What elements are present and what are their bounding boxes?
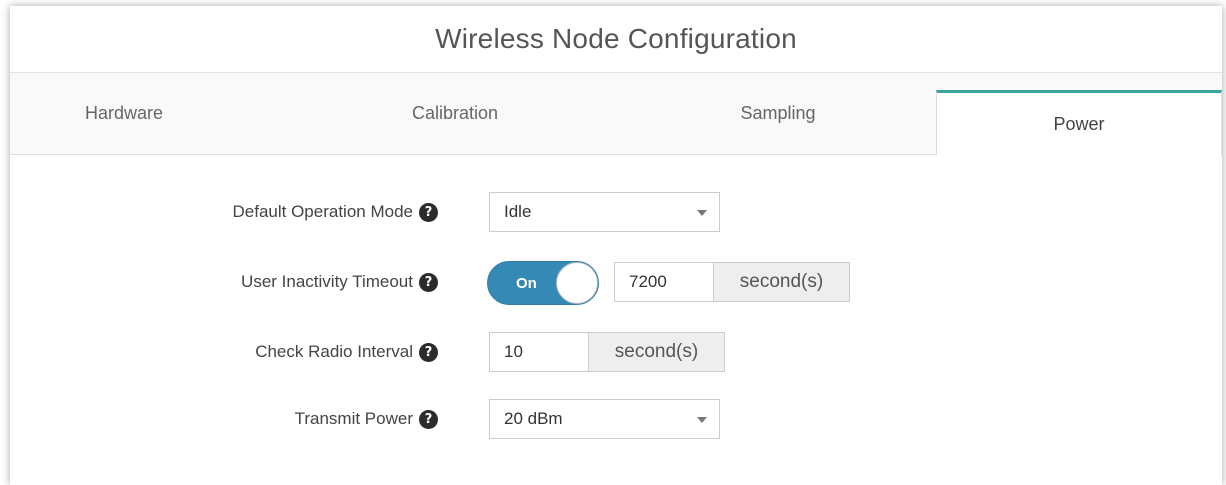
tab-bar: Hardware Calibration Sampling Power — [10, 73, 1222, 155]
tab-calibration[interactable]: Calibration — [330, 73, 580, 154]
user-inactivity-timeout-toggle[interactable]: On — [487, 261, 599, 305]
tab-sampling[interactable]: Sampling — [650, 73, 906, 154]
check-radio-interval-label: Check Radio Interval — [255, 342, 413, 361]
user-inactivity-timeout-label: User Inactivity Timeout — [241, 272, 413, 291]
transmit-power-value: 20 dBm — [504, 409, 563, 428]
check-radio-interval-row: Check Radio Interval ? 10 second(s) — [10, 332, 1222, 372]
user-inactivity-timeout-row: User Inactivity Timeout ? On 7200 second… — [10, 261, 1222, 305]
default-operation-mode-select[interactable]: Idle — [489, 192, 720, 232]
power-settings-form: Default Operation Mode ? Idle User Inact… — [10, 155, 1222, 455]
question-circle-icon[interactable]: ? — [419, 202, 438, 222]
question-circle-icon[interactable]: ? — [419, 272, 438, 292]
default-operation-mode-label-wrap: Default Operation Mode ? — [232, 192, 438, 232]
transmit-power-select[interactable]: 20 dBm — [489, 399, 720, 439]
transmit-power-label-wrap: Transmit Power ? — [295, 399, 438, 439]
dialog-header: Wireless Node Configuration — [10, 6, 1222, 73]
config-dialog: Wireless Node Configuration Hardware Cal… — [10, 6, 1222, 485]
check-radio-interval-label-wrap: Check Radio Interval ? — [255, 332, 438, 372]
check-radio-interval-unit: second(s) — [589, 332, 725, 372]
toggle-knob — [556, 262, 598, 304]
question-circle-icon[interactable]: ? — [419, 409, 438, 429]
transmit-power-label: Transmit Power — [294, 409, 413, 428]
user-inactivity-timeout-input[interactable]: 7200 — [614, 262, 714, 302]
chevron-down-icon — [697, 417, 707, 423]
tab-hardware[interactable]: Hardware — [10, 73, 238, 154]
chevron-down-icon — [697, 210, 707, 216]
default-operation-mode-row: Default Operation Mode ? Idle — [10, 192, 1222, 232]
user-inactivity-timeout-unit: second(s) — [714, 262, 850, 302]
tab-power[interactable]: Power — [936, 90, 1222, 155]
toggle-on-label: On — [516, 274, 537, 292]
default-operation-mode-value: Idle — [504, 202, 532, 221]
question-circle-icon[interactable]: ? — [419, 342, 438, 362]
default-operation-mode-label: Default Operation Mode — [232, 202, 414, 221]
user-inactivity-timeout-label-wrap: User Inactivity Timeout ? — [241, 262, 438, 302]
transmit-power-row: Transmit Power ? 20 dBm — [10, 399, 1222, 439]
check-radio-interval-input[interactable]: 10 — [489, 332, 589, 372]
dialog-title: Wireless Node Configuration — [435, 23, 797, 54]
